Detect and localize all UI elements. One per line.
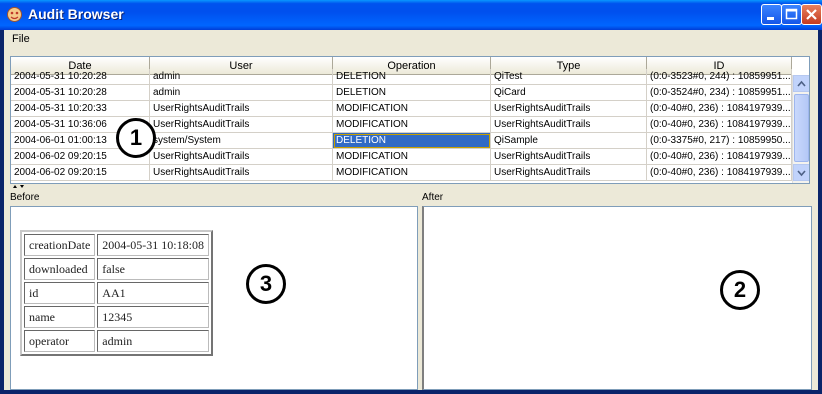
property-key: operator: [24, 330, 96, 352]
audit-browser-window: Audit Browser File Date User Operation T…: [0, 0, 822, 394]
callout-1: 1: [116, 118, 156, 158]
cell-operation: MODIFICATION: [333, 117, 491, 133]
property-row: operator admin: [24, 330, 209, 352]
callout-3: 3: [246, 264, 286, 304]
cell-user: UserRightsAuditTrails: [150, 149, 333, 165]
maximize-button[interactable]: [781, 4, 802, 25]
property-row: id AA1: [24, 282, 209, 304]
property-value: AA1: [97, 282, 209, 304]
cell-id: (0:0-3375#0, 217) : 10859950...: [647, 133, 792, 149]
menu-file[interactable]: File: [12, 33, 30, 45]
cell-user: UserRightsAuditTrails: [150, 101, 333, 117]
property-value: false: [97, 258, 209, 280]
cell-user: UserRightsAuditTrails: [150, 165, 333, 181]
scroll-down-button[interactable]: [793, 164, 809, 181]
scroll-thumb[interactable]: [794, 94, 809, 162]
cell-type: QiTest: [491, 69, 647, 85]
table-row[interactable]: 2004-06-02 09:20:15 UserRightsAuditTrail…: [11, 165, 792, 181]
cell-id: (0:0-40#0, 236) : 1084197939...: [647, 149, 792, 165]
vertical-scrollbar[interactable]: [792, 75, 809, 183]
cell-date: 2004-05-31 10:20:28: [11, 85, 150, 101]
property-value: admin: [97, 330, 209, 352]
client-area: Date User Operation Type ID 2004-05-31 1…: [4, 52, 818, 390]
table-row[interactable]: 2004-05-31 10:20:33 UserRightsAuditTrail…: [11, 101, 792, 117]
property-value: 12345: [97, 306, 209, 328]
horizontal-splitter[interactable]: [10, 185, 810, 191]
cell-type: QiCard: [491, 85, 647, 101]
before-properties-table: creationDate 2004-05-31 10:18:08 download…: [20, 230, 213, 356]
property-row: creationDate 2004-05-31 10:18:08: [24, 234, 209, 256]
cell-operation: MODIFICATION: [333, 149, 491, 165]
cell-type: UserRightsAuditTrails: [491, 117, 647, 133]
title-bar[interactable]: Audit Browser: [0, 0, 822, 30]
cell-date: 2004-05-31 10:20:33: [11, 101, 150, 117]
cell-operation: DELETION: [333, 69, 491, 85]
app-icon: [6, 6, 23, 23]
cell-type: QiSample: [491, 133, 647, 149]
minimize-button[interactable]: [761, 4, 782, 25]
cell-date: 2004-05-31 10:20:28: [11, 69, 150, 85]
table-row[interactable]: 2004-05-31 10:20:28 admin DELETION QiTes…: [11, 69, 792, 85]
property-key: id: [24, 282, 96, 304]
menu-bar: File: [4, 30, 818, 52]
cell-user: admin: [150, 69, 333, 85]
after-label: After: [422, 192, 444, 203]
cell-operation: MODIFICATION: [333, 101, 491, 117]
cell-id: (0:0-3523#0, 244) : 10859951...: [647, 69, 792, 85]
cell-id: (0:0-40#0, 236) : 1084197939...: [647, 117, 792, 133]
cell-user: admin: [150, 85, 333, 101]
cell-date: 2004-06-02 09:20:15: [11, 165, 150, 181]
property-key: name: [24, 306, 96, 328]
cell-operation: MODIFICATION: [333, 165, 491, 181]
splitter-arrows-icon[interactable]: [12, 185, 32, 191]
close-button[interactable]: [801, 4, 822, 25]
cell-id: (0:0-40#0, 236) : 1084197939...: [647, 165, 792, 181]
property-key: downloaded: [24, 258, 96, 280]
property-row: downloaded false: [24, 258, 209, 280]
cell-type: UserRightsAuditTrails: [491, 101, 647, 117]
before-pane: Before creationDate 2004-05-31 10:18:08 d…: [10, 192, 418, 390]
cell-id: (0:0-40#0, 236) : 1084197939...: [647, 101, 792, 117]
cell-operation-selected[interactable]: DELETION: [333, 133, 491, 149]
cell-user: system/System: [150, 133, 333, 149]
cell-user: UserRightsAuditTrails: [150, 117, 333, 133]
cell-type: UserRightsAuditTrails: [491, 149, 647, 165]
property-key: creationDate: [24, 234, 96, 256]
cell-operation: DELETION: [333, 85, 491, 101]
scroll-up-button[interactable]: [793, 75, 809, 92]
table-row[interactable]: 2004-05-31 10:20:28 admin DELETION QiCar…: [11, 85, 792, 101]
property-row: name 12345: [24, 306, 209, 328]
cell-type: UserRightsAuditTrails: [491, 165, 647, 181]
property-value: 2004-05-31 10:18:08: [97, 234, 209, 256]
window-title: Audit Browser: [28, 6, 124, 22]
cell-id: (0:0-3524#0, 234) : 10859951...: [647, 85, 792, 101]
callout-2: 2: [720, 270, 760, 310]
before-label: Before: [10, 192, 40, 203]
before-content: creationDate 2004-05-31 10:18:08 download…: [10, 206, 418, 390]
